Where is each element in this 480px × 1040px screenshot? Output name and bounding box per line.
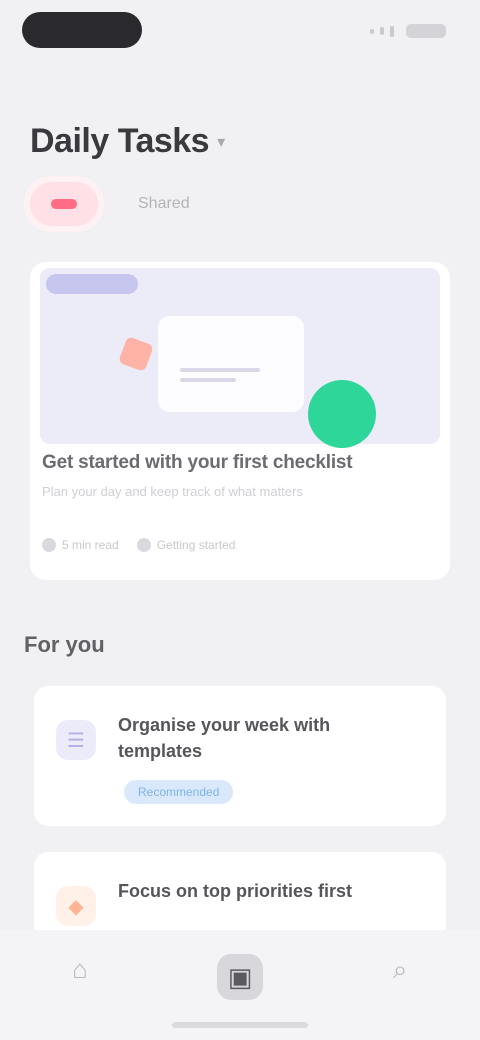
home-icon: ⌂ — [72, 954, 88, 984]
search-icon: ⌕ — [392, 954, 408, 984]
user-icon — [136, 538, 151, 552]
tab-inbox[interactable]: ▣ — [210, 954, 270, 1014]
status-icons — [370, 24, 446, 38]
feature-subtitle: Plan your day and keep track of what mat… — [42, 484, 303, 499]
status-bar — [0, 0, 480, 60]
meta-label: Getting started — [156, 538, 236, 552]
note-icon: ☰ — [56, 720, 96, 760]
section-title: For you — [24, 632, 105, 657]
tab-active-indicator: ▣ — [217, 954, 263, 1000]
hero-illustration-card — [158, 316, 304, 412]
task-tag[interactable]: Recommended — [124, 780, 234, 804]
hero-illustration-circle — [308, 380, 376, 448]
hero-badge — [46, 274, 138, 294]
signal-icon — [370, 28, 374, 34]
list-item[interactable]: ☰ Organise your week with templates Reco… — [34, 686, 446, 826]
hero-decoration — [118, 336, 154, 372]
task-title: Focus on top priorities first — [118, 881, 353, 901]
filter-chips: Shared — [30, 182, 190, 226]
flame-icon: ◆ — [56, 886, 96, 926]
feature-meta: 5 min read Getting started — [42, 538, 235, 552]
home-indicator — [172, 1022, 308, 1028]
battery-icon — [406, 24, 446, 38]
hero-illustration-lines — [180, 368, 260, 390]
signal-icon — [390, 25, 394, 37]
tab-search[interactable]: ⌕ — [370, 954, 430, 1014]
feature-title: Get started with your first checklist — [42, 452, 353, 473]
feature-hero-image — [40, 268, 440, 448]
time-pill — [22, 12, 142, 48]
chip-active-label — [51, 199, 77, 209]
clock-icon — [42, 538, 56, 552]
meta-item: 5 min read — [42, 538, 119, 552]
meta-label: 5 min read — [62, 538, 119, 552]
chip-shared[interactable]: Shared — [138, 195, 190, 213]
app-title-row[interactable]: Daily Tasks ▾ — [30, 122, 225, 161]
inbox-icon: ▣ — [227, 962, 253, 992]
chip-active[interactable] — [30, 182, 98, 226]
chevron-down-icon[interactable]: ▾ — [217, 132, 225, 152]
page-title: Daily Tasks — [30, 122, 210, 160]
task-title: Organise your week with templates — [118, 715, 331, 761]
signal-icon — [380, 27, 384, 35]
tab-home[interactable]: ⌂ — [50, 954, 110, 1014]
feature-card[interactable]: Get started with your first checklist Pl… — [30, 262, 450, 580]
meta-item: Getting started — [136, 538, 236, 552]
